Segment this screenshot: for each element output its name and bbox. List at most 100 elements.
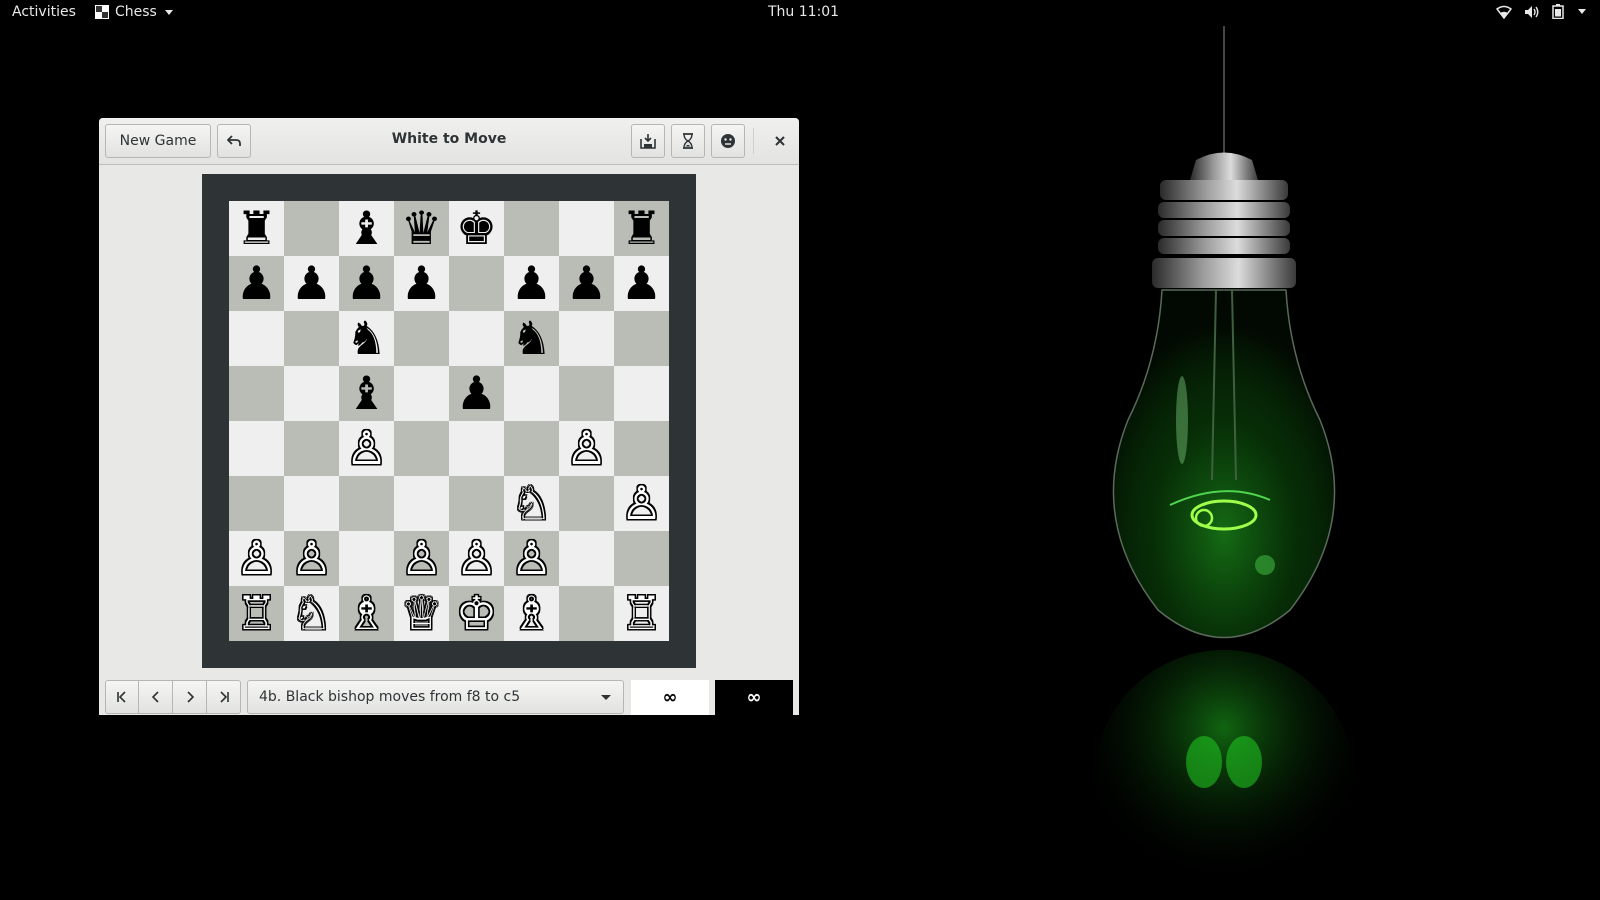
chess-piece[interactable]: ♟ xyxy=(236,256,277,311)
chess-piece[interactable]: ♜ xyxy=(621,201,662,256)
chess-piece[interactable]: ♝ xyxy=(346,366,387,421)
square-h3[interactable]: ♙ xyxy=(614,476,669,531)
square-b1[interactable]: ♘ xyxy=(284,586,339,641)
square-c1[interactable]: ♗ xyxy=(339,586,394,641)
undo-button[interactable] xyxy=(217,124,251,158)
chess-piece[interactable]: ♘ xyxy=(511,476,552,531)
chess-piece[interactable]: ♖ xyxy=(236,586,277,641)
chess-piece[interactable]: ♗ xyxy=(346,586,387,641)
clock[interactable]: Thu 11:01 xyxy=(768,4,839,20)
square-d1[interactable]: ♕ xyxy=(394,586,449,641)
square-g6[interactable] xyxy=(559,311,614,366)
square-g4[interactable]: ♙ xyxy=(559,421,614,476)
chess-piece[interactable]: ♟ xyxy=(621,256,662,311)
square-d4[interactable] xyxy=(394,421,449,476)
square-f8[interactable] xyxy=(504,201,559,256)
square-g7[interactable]: ♟ xyxy=(559,256,614,311)
square-h7[interactable]: ♟ xyxy=(614,256,669,311)
chess-piece[interactable]: ♟ xyxy=(346,256,387,311)
square-a3[interactable] xyxy=(229,476,284,531)
chess-piece[interactable]: ♞ xyxy=(346,311,387,366)
square-c8[interactable]: ♝ xyxy=(339,201,394,256)
square-b2[interactable]: ♙ xyxy=(284,531,339,586)
chess-piece[interactable]: ♙ xyxy=(401,531,442,586)
square-f4[interactable] xyxy=(504,421,559,476)
square-e6[interactable] xyxy=(449,311,504,366)
square-h8[interactable]: ♜ xyxy=(614,201,669,256)
chess-piece[interactable]: ♙ xyxy=(566,421,607,476)
chess-piece[interactable]: ♙ xyxy=(511,531,552,586)
square-b4[interactable] xyxy=(284,421,339,476)
square-c4[interactable]: ♙ xyxy=(339,421,394,476)
square-e2[interactable]: ♙ xyxy=(449,531,504,586)
chess-piece[interactable]: ♜ xyxy=(236,201,277,256)
chess-piece[interactable]: ♙ xyxy=(236,531,277,586)
square-e4[interactable] xyxy=(449,421,504,476)
save-button[interactable] xyxy=(631,124,665,158)
chess-piece[interactable]: ♝ xyxy=(346,201,387,256)
last-move-button[interactable] xyxy=(207,680,241,714)
square-g5[interactable] xyxy=(559,366,614,421)
move-history-combo[interactable]: 4b. Black bishop moves from f8 to c5 xyxy=(247,680,624,714)
square-f3[interactable]: ♘ xyxy=(504,476,559,531)
square-h5[interactable] xyxy=(614,366,669,421)
chess-piece[interactable]: ♗ xyxy=(511,586,552,641)
square-c6[interactable]: ♞ xyxy=(339,311,394,366)
square-a5[interactable] xyxy=(229,366,284,421)
square-f5[interactable] xyxy=(504,366,559,421)
square-h1[interactable]: ♖ xyxy=(614,586,669,641)
chess-piece[interactable]: ♞ xyxy=(511,311,552,366)
chess-piece[interactable]: ♚ xyxy=(456,201,497,256)
square-e5[interactable]: ♟ xyxy=(449,366,504,421)
chess-piece[interactable]: ♟ xyxy=(566,256,607,311)
chess-piece[interactable]: ♟ xyxy=(456,366,497,421)
square-f1[interactable]: ♗ xyxy=(504,586,559,641)
activities-button[interactable]: Activities xyxy=(12,4,76,20)
square-c3[interactable] xyxy=(339,476,394,531)
square-d6[interactable] xyxy=(394,311,449,366)
square-b3[interactable] xyxy=(284,476,339,531)
square-d3[interactable] xyxy=(394,476,449,531)
square-a6[interactable] xyxy=(229,311,284,366)
square-c7[interactable]: ♟ xyxy=(339,256,394,311)
square-b7[interactable]: ♟ xyxy=(284,256,339,311)
square-e1[interactable]: ♔ xyxy=(449,586,504,641)
chess-piece[interactable]: ♙ xyxy=(621,476,662,531)
chess-piece[interactable]: ♕ xyxy=(401,586,442,641)
square-a1[interactable]: ♖ xyxy=(229,586,284,641)
square-a4[interactable] xyxy=(229,421,284,476)
next-move-button[interactable] xyxy=(173,680,207,714)
square-g3[interactable] xyxy=(559,476,614,531)
square-e8[interactable]: ♚ xyxy=(449,201,504,256)
chess-piece[interactable]: ♟ xyxy=(401,256,442,311)
chess-piece[interactable]: ♙ xyxy=(291,531,332,586)
square-c5[interactable]: ♝ xyxy=(339,366,394,421)
chess-piece[interactable]: ♙ xyxy=(346,421,387,476)
chess-piece[interactable]: ♘ xyxy=(291,586,332,641)
close-button[interactable] xyxy=(763,124,797,158)
chess-piece[interactable]: ♟ xyxy=(291,256,332,311)
square-b6[interactable] xyxy=(284,311,339,366)
square-e3[interactable] xyxy=(449,476,504,531)
square-d5[interactable] xyxy=(394,366,449,421)
new-game-button[interactable]: New Game xyxy=(105,124,211,158)
pause-button[interactable] xyxy=(671,124,705,158)
chess-board[interactable]: ♜ ♝ ♛ ♚ ♜ ♟ ♟ ♟ ♟ ♟ ♟ ♟ ♞ ♞ ♝ ♟ ♙ ♙ ♘ ♙ ♙ ♙ ♙ ♙ ♙ ♖ ♘ ♗ ♕ ♔ ♗ ♖ xyxy=(229,201,669,641)
square-d2[interactable]: ♙ xyxy=(394,531,449,586)
square-a2[interactable]: ♙ xyxy=(229,531,284,586)
square-h6[interactable] xyxy=(614,311,669,366)
square-g1[interactable] xyxy=(559,586,614,641)
square-g8[interactable] xyxy=(559,201,614,256)
square-f6[interactable]: ♞ xyxy=(504,311,559,366)
chess-piece[interactable]: ♙ xyxy=(456,531,497,586)
chess-piece[interactable]: ♛ xyxy=(401,201,442,256)
square-h2[interactable] xyxy=(614,531,669,586)
square-g2[interactable] xyxy=(559,531,614,586)
square-d8[interactable]: ♛ xyxy=(394,201,449,256)
app-menu[interactable]: Chess xyxy=(95,4,173,20)
square-f2[interactable]: ♙ xyxy=(504,531,559,586)
square-a8[interactable]: ♜ xyxy=(229,201,284,256)
previous-move-button[interactable] xyxy=(139,680,173,714)
chess-piece[interactable]: ♟ xyxy=(511,256,552,311)
chess-piece[interactable]: ♖ xyxy=(621,586,662,641)
